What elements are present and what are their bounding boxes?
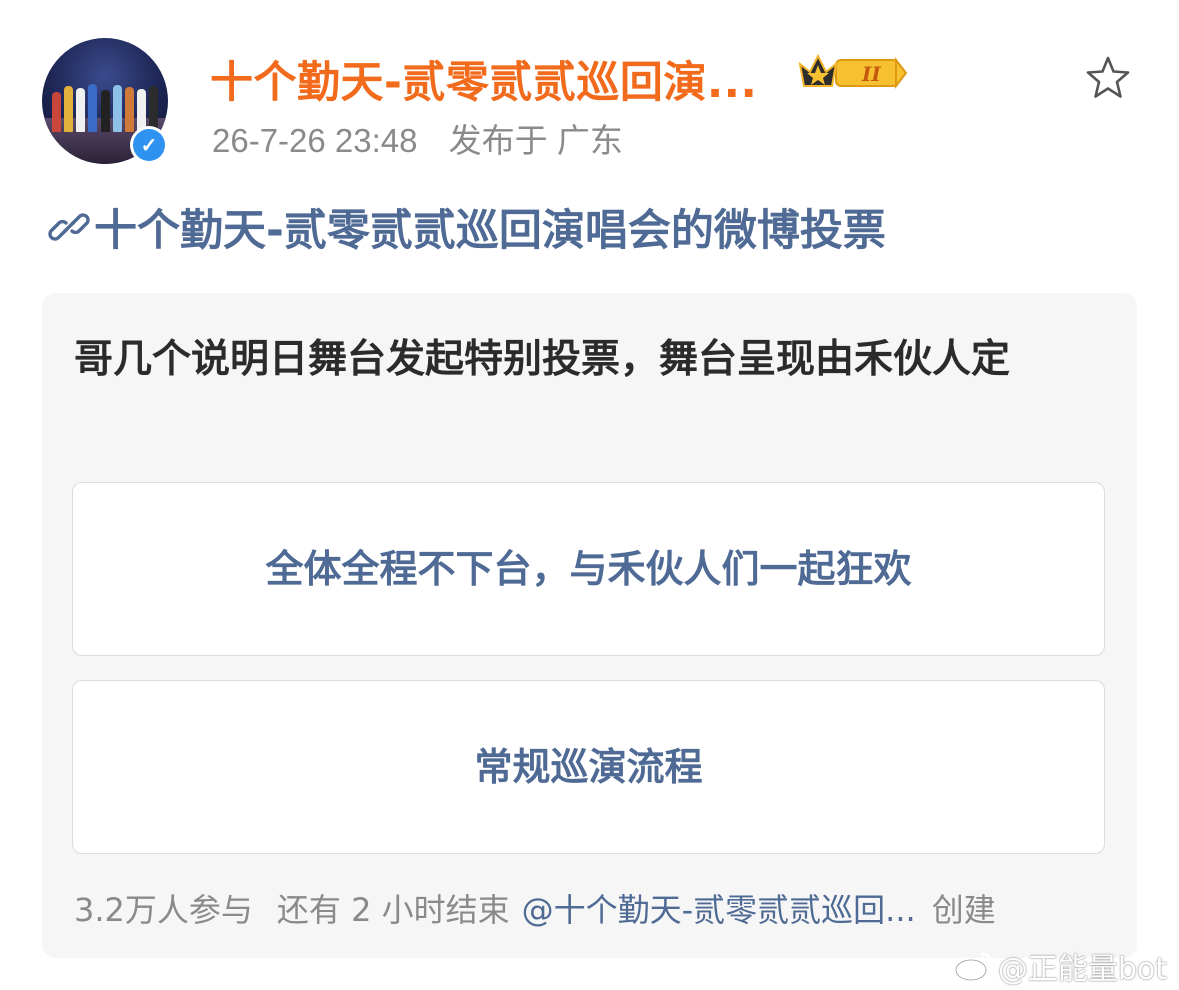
poll-link-text: 十个勤天-贰零贰贰巡回演唱会的微博投票	[94, 206, 886, 256]
post-timestamp: 26-7-26 23:48	[212, 122, 418, 159]
avatar-figures	[52, 82, 158, 132]
poll-create-label: 创建	[931, 891, 996, 929]
link-icon	[48, 213, 90, 241]
favorite-star-icon[interactable]	[1084, 54, 1132, 102]
poll-time-left: 还有 2 小时结束	[276, 891, 510, 929]
username[interactable]: 十个勤天-贰零贰贰巡回演...	[210, 48, 757, 110]
poll-option-label: 全体全程不下台，与禾伙人们一起狂欢	[265, 547, 912, 591]
poll-option-1[interactable]: 全体全程不下台，与禾伙人们一起狂欢	[72, 482, 1105, 656]
post-meta: 26-7-26 23:48 发布于 广东	[212, 114, 623, 162]
poll-card: 哥几个说明日舞台发起特别投票，舞台呈现由禾伙人定 全体全程不下台，与禾伙人们一起…	[42, 293, 1137, 958]
poll-link[interactable]: 十个勤天-贰零贰贰巡回演唱会的微博投票	[48, 196, 886, 258]
poll-option-label: 常规巡演流程	[474, 745, 703, 789]
badge-level-text: II	[861, 62, 881, 86]
poll-option-2[interactable]: 常规巡演流程	[72, 680, 1105, 854]
watermark: @正能量bot	[954, 944, 1167, 988]
crown-level-badge-icon[interactable]: II	[796, 50, 908, 92]
poll-creator-link[interactable]: @十个勤天-贰零贰贰巡回...	[522, 885, 916, 931]
poll-question: 哥几个说明日舞台发起特别投票，舞台呈现由禾伙人定	[74, 337, 1011, 382]
poll-participants: 3.2万人参与	[74, 891, 253, 929]
watermark-text: @正能量bot	[997, 952, 1167, 987]
poll-footer: 3.2万人参与 还有 2 小时结束 @十个勤天-贰零贰贰巡回... 创建	[74, 885, 1109, 931]
verified-icon: ✓	[130, 126, 168, 164]
post-location: 发布于 广东	[448, 122, 623, 159]
weibo-logo-icon	[954, 952, 993, 982]
